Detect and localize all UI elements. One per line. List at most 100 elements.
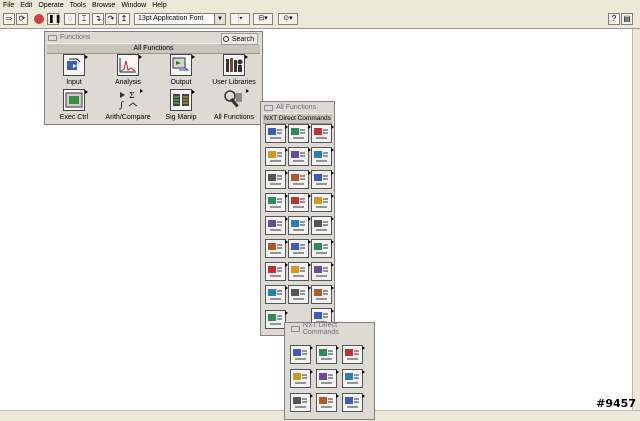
fn-arith-compare-label: Arith/Compare [105,114,151,121]
output-icon [170,54,195,76]
user-libraries-icon [223,54,248,76]
fn-exec-ctrl-label: Exec Ctrl [59,114,89,121]
fn-user-libraries-label: User Libraries [212,79,256,86]
nxt-sub-vi-icon[interactable] [290,345,313,364]
nxt-palette-header: All Functions [261,102,334,113]
menu-window[interactable]: Window [118,0,149,11]
palette-header-label: Functions [60,34,91,41]
nxt-vi-icon[interactable] [311,193,334,212]
step-into-icon[interactable]: ↴ [92,13,104,25]
nxt-vi-icon[interactable] [288,239,311,258]
chevron-down-icon: ▼ [214,14,225,24]
align-objects-icon[interactable]: ⫶▾ [230,13,250,25]
nxt-sub-vi-icon[interactable] [316,369,339,388]
nxt-vi-icon[interactable] [288,262,311,281]
nxt-vi-icon[interactable] [311,262,334,281]
vertical-scrollbar[interactable] [632,29,640,410]
nxt-sub-vi-icon[interactable] [290,369,313,388]
svg-text:Σ: Σ [129,91,135,100]
all-functions-icon [223,89,249,111]
pause-icon[interactable]: ❚❚ [47,13,61,25]
input-icon [63,54,88,76]
step-over-icon[interactable]: ↷ [105,13,117,25]
nxt-vi-icon[interactable] [265,262,288,281]
fn-output[interactable]: Output [156,54,206,88]
nxt-vi-icon[interactable] [311,216,334,235]
nxt-vi-icon[interactable] [265,193,288,212]
nxt-vi-icon[interactable] [311,170,334,189]
nxt-vi-icon[interactable] [288,170,311,189]
nxt-vi-icon[interactable] [265,170,288,189]
nxt-palette-title: NXT Direct Commands [263,113,332,124]
nxt-sub-palette-header: NXT Direct Commands [285,321,374,336]
exec-ctrl-icon [63,89,88,111]
vi-icon[interactable]: ▤ [621,13,633,25]
nxt-vi-icon[interactable] [311,124,334,143]
retain-wire-icon[interactable]: ⌶ [78,13,90,25]
abort-icon[interactable] [33,13,45,25]
run-arrow-icon[interactable]: ⇨ [3,13,15,25]
search-button[interactable]: Search [220,33,258,45]
font-select[interactable]: 13pt Application Font ▼ [134,13,226,25]
menu-browse[interactable]: Browse [89,0,118,11]
svg-text:∫: ∫ [119,101,124,111]
fn-exec-ctrl[interactable]: Exec Ctrl [49,89,99,123]
nxt-vi-icon[interactable] [288,216,311,235]
search-icon [222,36,229,42]
nxt-palette: All Functions NXT Direct Commands [260,101,335,336]
nxt-vi-icon[interactable] [265,147,288,166]
nxt-vi-icon[interactable] [311,147,334,166]
pin-icon[interactable] [264,104,273,111]
menu-help[interactable]: Help [149,0,169,11]
nxt-vi-icon[interactable] [288,193,311,212]
functions-palette: Functions Search All Functions Input Ana… [44,31,263,125]
nxt-vi-icon[interactable] [265,239,288,258]
nxt-vi-icon[interactable] [288,124,311,143]
fn-sig-manip-label: Sig Manip [165,114,197,121]
nxt-sub-vi-icon[interactable] [342,369,365,388]
font-select-value: 13pt Application Font [138,15,204,22]
fn-all-functions[interactable]: All Functions [209,89,259,123]
nxt-sub-vi-icon[interactable] [290,393,313,412]
fn-all-functions-label: All Functions [213,114,255,121]
help-icon[interactable]: ? [608,13,620,25]
nxt-folder-vi-icon[interactable] [265,310,288,329]
sig-manip-icon [170,89,195,111]
fn-output-label: Output [170,79,192,86]
menu-file[interactable]: File [0,0,17,11]
run-continuous-icon[interactable]: ⟳ [16,13,28,25]
nxt-sub-palette: NXT Direct Commands [284,322,375,420]
menu-operate[interactable]: Operate [35,0,66,11]
pin-icon[interactable] [291,325,300,332]
distribute-objects-icon[interactable]: ⊟▾ [253,13,273,25]
reorder-icon[interactable]: ⊙▾ [278,13,298,25]
nxt-sub-palette-header-label: NXT Direct Commands [302,321,339,336]
step-out-icon[interactable]: ↥ [118,13,130,25]
highlight-execution-icon[interactable]: ◌ [64,13,76,25]
fn-analysis[interactable]: Analysis [103,54,153,88]
nxt-vi-icon[interactable] [265,124,288,143]
watermark: #9457 [596,397,636,410]
pin-icon[interactable] [48,34,57,41]
fn-input-label: Input [66,79,82,86]
nxt-vi-icon[interactable] [288,285,311,304]
nxt-vi-icon[interactable] [311,239,334,258]
nxt-vi-icon[interactable] [265,216,288,235]
nxt-palette-header-label: All Functions [276,104,317,111]
nxt-sub-vi-icon[interactable] [342,393,365,412]
arith-compare-icon: Σ ∫ [117,89,143,111]
nxt-sub-vi-icon[interactable] [316,393,339,412]
fn-arith-compare[interactable]: Σ ∫ Arith/Compare [103,89,153,123]
nxt-vi-icon[interactable] [288,147,311,166]
analysis-icon [117,54,142,76]
fn-sig-manip[interactable]: Sig Manip [156,89,206,123]
fn-analysis-label: Analysis [114,79,142,86]
menu-edit[interactable]: Edit [17,0,35,11]
fn-user-libraries[interactable]: User Libraries [209,54,259,88]
nxt-vi-icon[interactable] [265,285,288,304]
fn-input[interactable]: Input [49,54,99,88]
nxt-sub-vi-icon[interactable] [342,345,365,364]
menu-tools[interactable]: Tools [67,0,89,11]
nxt-vi-icon[interactable] [311,285,334,304]
nxt-sub-vi-icon[interactable] [316,345,339,364]
